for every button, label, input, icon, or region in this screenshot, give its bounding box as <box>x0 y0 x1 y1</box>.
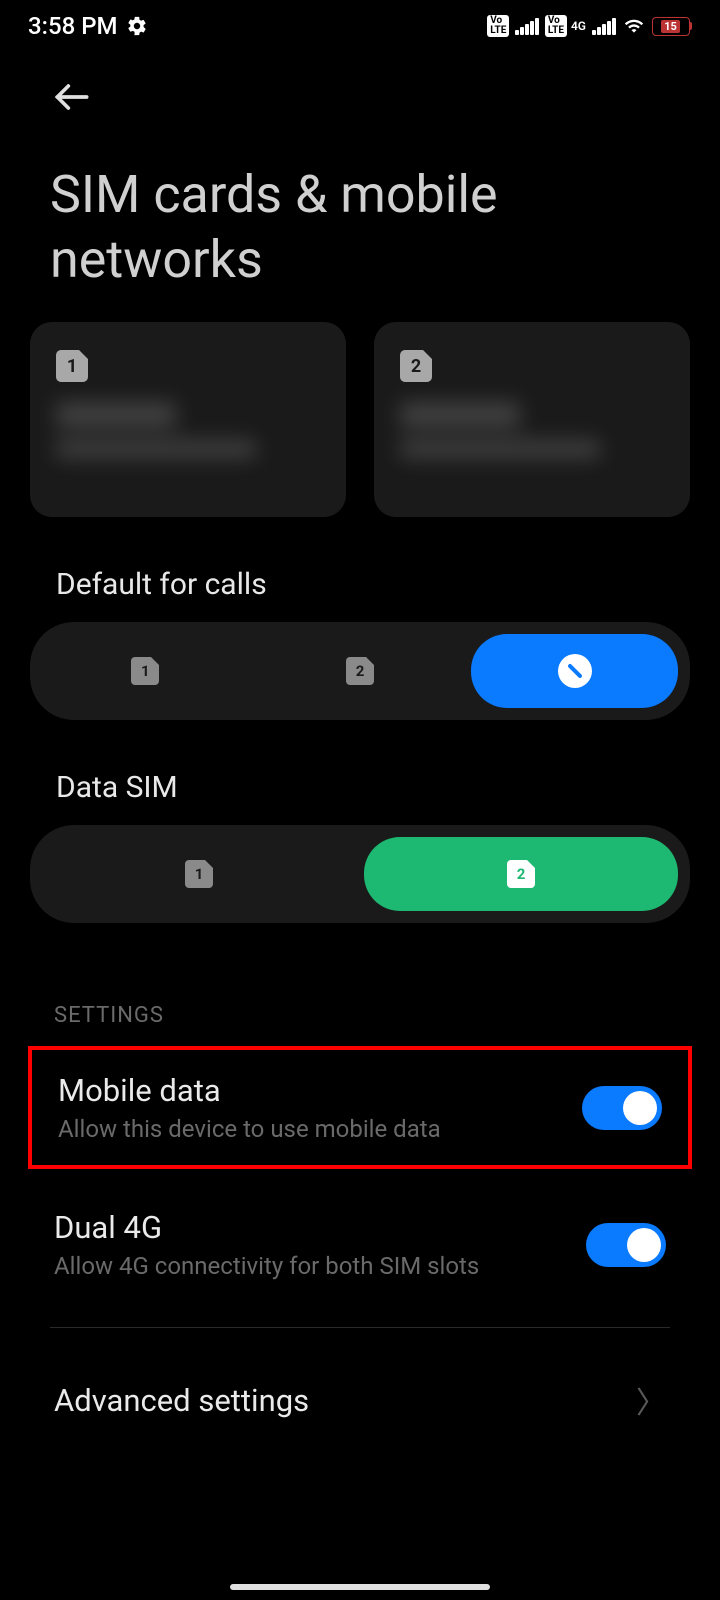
data-sim-selector: 1 2 <box>30 825 690 923</box>
sim-2-icon: 2 <box>400 350 432 382</box>
status-bar: 3:58 PM VoLTE VoLTE 4G 15 <box>0 0 720 52</box>
settings-section-header: SETTINGS <box>0 923 720 1046</box>
network-4g-label: 4G <box>571 19 586 33</box>
mobile-data-row[interactable]: Mobile data Allow this device to use mob… <box>32 1050 688 1165</box>
sim-2-small-icon: 2 <box>346 657 374 685</box>
dual-4g-subtitle: Allow 4G connectivity for both SIM slots <box>54 1252 586 1280</box>
battery-icon: 15 <box>652 17 693 36</box>
wifi-icon <box>622 16 646 36</box>
volte-icon-1: VoLTE <box>487 15 509 37</box>
default-calls-ask[interactable] <box>471 634 678 708</box>
data-sim-2[interactable]: 2 <box>364 837 678 911</box>
dual-4g-title: Dual 4G <box>54 1209 586 1246</box>
mobile-data-title: Mobile data <box>58 1072 582 1109</box>
mobile-data-subtitle: Allow this device to use mobile data <box>58 1115 582 1143</box>
status-time: 3:58 PM <box>28 12 118 40</box>
sim-1-small-icon: 1 <box>131 657 159 685</box>
sim-1-small-icon-data: 1 <box>185 860 213 888</box>
highlighted-mobile-data-row: Mobile data Allow this device to use mob… <box>28 1046 692 1169</box>
advanced-settings-label: Advanced settings <box>54 1382 309 1419</box>
dual-4g-toggle[interactable] <box>586 1223 666 1267</box>
default-calls-selector: 1 2 <box>30 622 690 720</box>
data-sim-1[interactable]: 1 <box>42 837 356 911</box>
default-calls-label: Default for calls <box>0 517 720 622</box>
chevron-right-icon: 〉 <box>636 1378 666 1422</box>
volte-icon-2: VoLTE <box>545 15 567 37</box>
home-indicator[interactable] <box>230 1584 490 1590</box>
sim-1-icon: 1 <box>56 350 88 382</box>
mobile-data-toggle[interactable] <box>582 1086 662 1130</box>
battery-level: 15 <box>661 20 680 33</box>
page-title: SIM cards & mobile networks <box>0 132 720 322</box>
signal-icon-2 <box>592 17 616 35</box>
data-sim-label: Data SIM <box>0 720 720 825</box>
dual-4g-row[interactable]: Dual 4G Allow 4G connectivity for both S… <box>0 1187 720 1302</box>
sim-2-info-blurred <box>400 402 664 458</box>
gear-icon <box>126 15 148 37</box>
sim-1-info-blurred <box>56 402 320 458</box>
sim-card-2[interactable]: 2 <box>374 322 690 517</box>
sim-2-small-icon-data: 2 <box>507 860 535 888</box>
default-calls-sim1[interactable]: 1 <box>42 634 249 708</box>
signal-icon-1 <box>515 17 539 35</box>
sim-card-1[interactable]: 1 <box>30 322 346 517</box>
advanced-settings-row[interactable]: Advanced settings 〉 <box>0 1328 720 1422</box>
back-button[interactable] <box>50 72 100 122</box>
default-calls-sim2[interactable]: 2 <box>257 634 464 708</box>
not-set-icon <box>558 654 592 688</box>
